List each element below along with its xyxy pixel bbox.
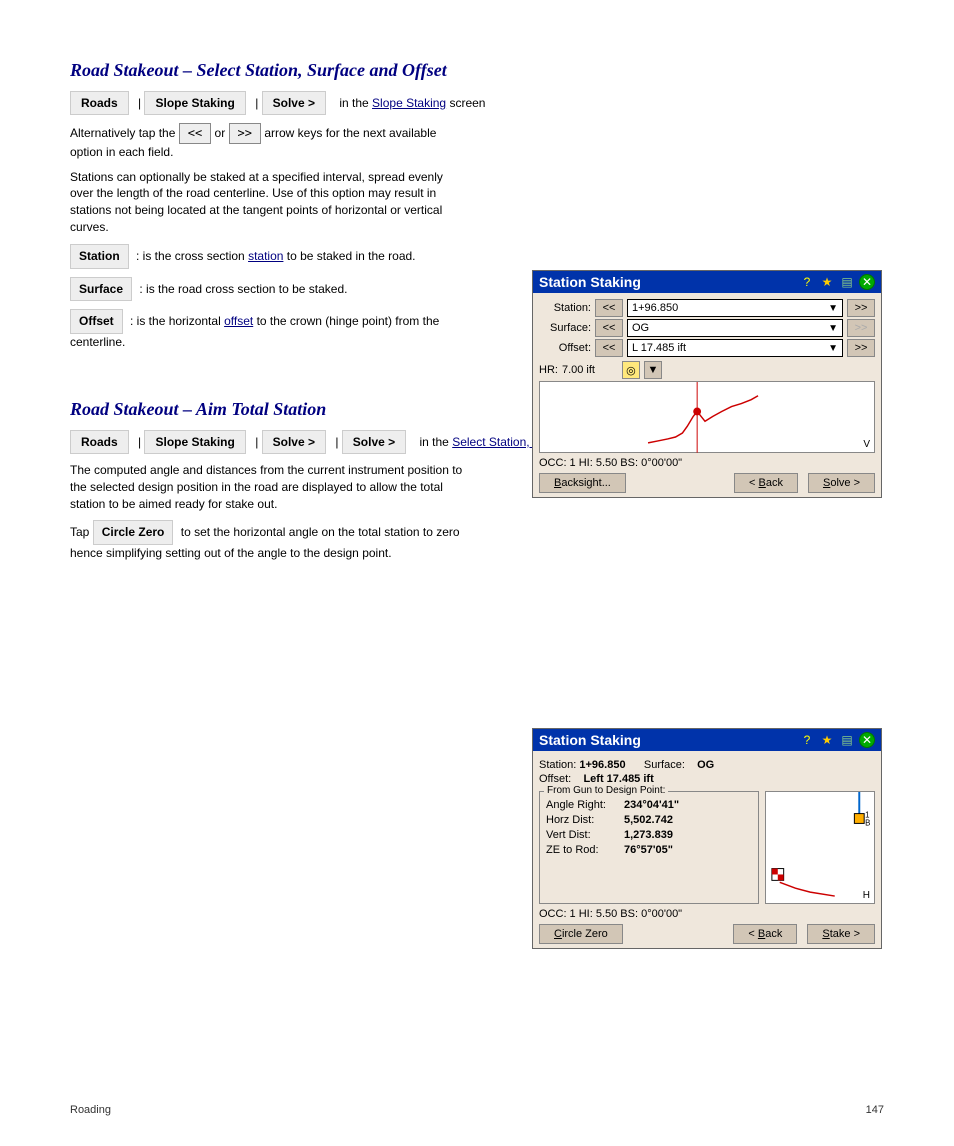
hr-label: HR: — [539, 364, 558, 376]
station-prev[interactable]: << — [595, 299, 623, 317]
para-offset: Offset : is the horizontal offset to the… — [70, 309, 465, 351]
station-row-label: Station: — [539, 302, 591, 314]
circle-zero-ref: Circle Zero — [93, 520, 174, 545]
help-icon[interactable]: ? — [799, 274, 815, 290]
screenshot1-body: Station: << 1+96.850▼ >> Surface: << OG▼… — [533, 293, 881, 497]
after-path: in the Slope Staking screen — [339, 96, 485, 110]
crumb-roads: Roads — [70, 91, 129, 115]
close-icon[interactable]: ✕ — [859, 732, 875, 748]
kv-vert-dist: Vert Dist:1,273.839 — [546, 829, 752, 841]
back-button[interactable]: < Back — [734, 473, 798, 493]
profile-svg — [540, 382, 874, 453]
star-icon[interactable]: ★ — [819, 274, 835, 290]
page-footer: Roading 147 — [70, 1104, 884, 1116]
row-station: Station: << 1+96.850▼ >> — [539, 299, 875, 317]
hr-field[interactable]: 7.00 ift — [562, 364, 618, 376]
offset-prev[interactable]: << — [595, 339, 623, 357]
screenshot2-title: Station Staking — [539, 732, 641, 748]
target-icon[interactable]: ◎ — [622, 361, 640, 379]
screenshot2-body: Station: 1+96.850 Surface: OG Offset: Le… — [533, 751, 881, 948]
kv-angle-right: Angle Right:234°04'41" — [546, 799, 752, 811]
para-station: Station : is the cross section station t… — [70, 244, 465, 269]
plan-plot: 1 B H — [765, 791, 875, 904]
section1-title: Road Stakeout – Select Station, Surface … — [70, 60, 884, 81]
kv-ze-to-rod: ZE to Rod:76°57'05" — [546, 844, 752, 856]
close-icon[interactable]: ✕ — [859, 274, 875, 290]
section1-breadcrumb: Roads | Slope Staking | Solve > in the S… — [70, 91, 884, 115]
backsight-button[interactable]: Backsight... — [539, 473, 626, 493]
screenshot1-window: Station Staking ? ★ ▤ ✕ Station: << 1+96… — [532, 270, 882, 498]
screenshot1-title: Station Staking — [539, 274, 641, 290]
profile-plot: V — [539, 381, 875, 453]
kv-horz-dist: Horz Dist:5,502.742 — [546, 814, 752, 826]
screenshot2-buttons: Circle Zero < Back Stake > — [539, 924, 875, 944]
solve-button[interactable]: Solve > — [808, 473, 875, 493]
stake-button[interactable]: Stake > — [807, 924, 875, 944]
page: Road Stakeout – Select Station, Surface … — [0, 0, 954, 1146]
crossref-slope-staking[interactable]: Slope Staking — [372, 96, 446, 110]
row-surface: Surface: << OG▼ >> — [539, 319, 875, 337]
screenshot1-buttons: Backsight... < Back Solve > — [539, 473, 875, 493]
crumb2-solve2: Solve > — [342, 430, 406, 454]
crumb2-roads: Roads — [70, 430, 129, 454]
plan-axis-label: H — [863, 890, 870, 901]
crumb2-solve1: Solve > — [262, 430, 326, 454]
row-offset: Offset: << L 17.485 ift▼ >> — [539, 339, 875, 357]
circle-zero-button[interactable]: Circle Zero — [539, 924, 623, 944]
offset-field[interactable]: L 17.485 ift▼ — [627, 339, 843, 357]
surface-prev[interactable]: << — [595, 319, 623, 337]
screenshot2-info: Station: 1+96.850 Surface: OG Offset: Le… — [539, 755, 875, 789]
hr-row: HR: 7.00 ift ◎ ▼ — [539, 361, 875, 379]
plot-axis-label: V — [863, 439, 870, 450]
prev-button[interactable]: << — [179, 123, 211, 144]
offset-next[interactable]: >> — [847, 339, 875, 357]
surface-label: Surface — [70, 277, 132, 302]
para2-2: Tap Circle Zero to set the horizontal an… — [70, 520, 465, 562]
section2-left-column: The computed angle and distances from th… — [70, 462, 465, 562]
screenshot2-window: Station Staking ? ★ ▤ ✕ Station: 1+96.85… — [532, 728, 882, 949]
info-station: 1+96.850 — [579, 759, 625, 771]
svg-text:B: B — [865, 818, 870, 827]
chevron-down-icon[interactable]: ▼ — [828, 343, 838, 354]
section1-left-column: Alternatively tap the << or >> arrow key… — [70, 123, 465, 351]
occ-status: OCC: 1 HI: 5.50 BS: 0°00'00" — [539, 457, 875, 469]
gun-to-design-panel: From Gun to Design Point: Angle Right:23… — [539, 791, 759, 904]
chevron-down-icon[interactable]: ▼ — [828, 323, 838, 334]
offset-link[interactable]: offset — [224, 314, 253, 328]
station-next[interactable]: >> — [847, 299, 875, 317]
offset-label: Offset — [70, 309, 123, 334]
clipboard-icon[interactable]: ▤ — [839, 274, 855, 290]
para-interval: Stations can optionally be staked at a s… — [70, 169, 465, 236]
info-surface: OG — [697, 759, 714, 771]
star-icon[interactable]: ★ — [819, 732, 835, 748]
surface-row-label: Surface: — [539, 322, 591, 334]
offset-row-label: Offset: — [539, 342, 591, 354]
back-button[interactable]: < Back — [733, 924, 797, 944]
next-button[interactable]: >> — [229, 123, 261, 144]
para-nav-hint: Alternatively tap the << or >> arrow key… — [70, 123, 465, 161]
help-icon[interactable]: ? — [799, 732, 815, 748]
crumb-solve: Solve > — [262, 91, 326, 115]
chevron-down-icon[interactable]: ▼ — [828, 303, 838, 314]
crumb-slope-staking: Slope Staking — [144, 91, 245, 115]
station-field[interactable]: 1+96.850▼ — [627, 299, 843, 317]
station-link[interactable]: station — [248, 249, 283, 263]
gun-to-design-wrap: From Gun to Design Point: Angle Right:23… — [539, 791, 875, 904]
clipboard-icon[interactable]: ▤ — [839, 732, 855, 748]
occ-status2: OCC: 1 HI: 5.50 BS: 0°00'00" — [539, 908, 875, 920]
station-label: Station — [70, 244, 129, 269]
screenshot1-titlebar: Station Staking ? ★ ▤ ✕ — [533, 271, 881, 293]
footer-left: Roading — [70, 1104, 111, 1116]
chevron-down-icon[interactable]: ▼ — [644, 361, 662, 379]
info-offset: Left 17.485 ift — [583, 773, 653, 785]
surface-field[interactable]: OG▼ — [627, 319, 843, 337]
gp-legend: From Gun to Design Point: — [544, 785, 668, 796]
footer-right: 147 — [866, 1104, 884, 1116]
screenshot2-titlebar: Station Staking ? ★ ▤ ✕ — [533, 729, 881, 751]
para2-1: The computed angle and distances from th… — [70, 462, 465, 512]
crumb2-slope-staking: Slope Staking — [144, 430, 245, 454]
surface-next-disabled: >> — [847, 319, 875, 337]
plan-svg: 1 B — [766, 792, 874, 900]
para-surface: Surface : is the road cross section to b… — [70, 277, 465, 302]
